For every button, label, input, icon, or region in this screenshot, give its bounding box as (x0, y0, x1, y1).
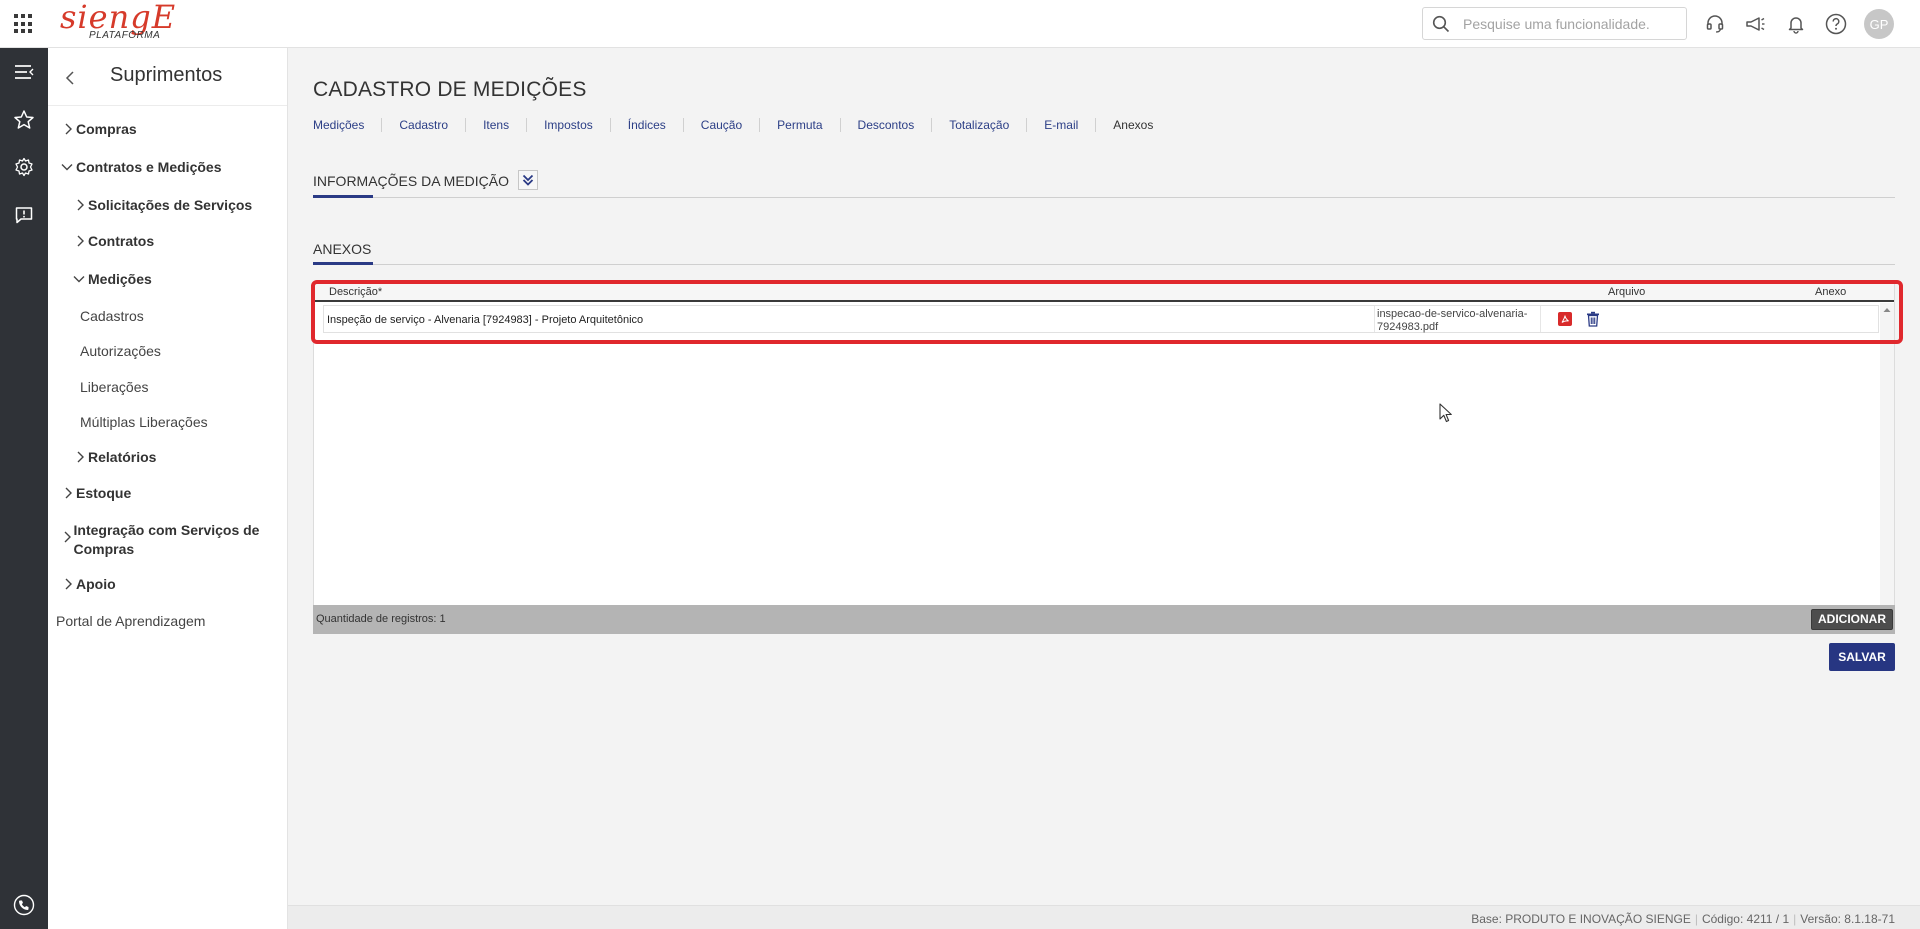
chevron-right-icon (62, 122, 74, 136)
sidebar-item-label: Múltiplas Liberações (80, 414, 208, 430)
sidebar-item-solicitacoes-de-servicos[interactable]: Solicitações de Serviços (74, 197, 252, 213)
avatar[interactable]: GP (1864, 9, 1894, 39)
megaphone-icon[interactable] (1743, 12, 1767, 36)
logo-subtitle: PLATAFORMA (89, 30, 161, 41)
highlight-annotation-box (311, 280, 1903, 344)
tab-totalizacao[interactable]: Totalização (931, 118, 1026, 132)
footer-version: Versão: 8.1.18-71 (1800, 912, 1895, 926)
section-title-informacoes: INFORMAÇÕES DA MEDIÇÃO (313, 173, 510, 189)
save-button[interactable]: SALVAR (1829, 643, 1895, 671)
sidebar-item-label: Contratos e Medições (76, 159, 222, 175)
chevron-down-icon (60, 160, 74, 174)
sidebar-item-label: Medições (88, 271, 152, 287)
footer-base: Base: PRODUTO E INOVAÇÃO SIENGE (1471, 912, 1691, 926)
sidebar-item-estoque[interactable]: Estoque (62, 485, 131, 501)
section-informacoes: INFORMAÇÕES DA MEDIÇÃO (313, 170, 1895, 198)
search-box[interactable] (1422, 7, 1687, 40)
chevron-right-icon (62, 530, 72, 544)
section-underline (313, 195, 373, 198)
sidebar-item-multiplas-liberacoes[interactable]: Múltiplas Liberações (80, 414, 208, 430)
sidebar-item-relatorios[interactable]: Relatórios (74, 449, 156, 465)
tab-caucao[interactable]: Caução (682, 118, 759, 132)
sienge-logo[interactable]: siengE PLATAFORMA (60, 0, 177, 46)
sidebar-item-label: Integração com Serviços de Compras (73, 522, 260, 557)
section-anexos: ANEXOS (313, 238, 1895, 265)
chevron-right-icon (62, 486, 74, 500)
mouse-cursor-icon (1439, 403, 1452, 423)
sidebar-item-label: Compras (76, 121, 137, 137)
sidebar-item-medicoes[interactable]: Medições (72, 271, 152, 287)
chevron-right-icon (74, 234, 86, 248)
expand-section-button[interactable] (518, 170, 538, 190)
sidebar-item-cadastros[interactable]: Cadastros (80, 308, 144, 324)
footer-info: Base: PRODUTO E INOVAÇÃO SIENGE | Código: … (1471, 912, 1895, 926)
chevron-right-icon (74, 198, 86, 212)
double-chevron-down-icon (522, 174, 534, 186)
star-icon[interactable] (12, 108, 36, 132)
search-icon (1432, 15, 1450, 33)
logo-word: siengE (60, 0, 177, 36)
tab-bar: Medições Cadastro Itens Impostos Índices… (313, 118, 1170, 132)
sidebar-item-label: Cadastros (80, 308, 144, 324)
tab-descontos[interactable]: Descontos (839, 118, 932, 132)
tab-anexos[interactable]: Anexos (1095, 118, 1170, 132)
sidebar-item-contratos[interactable]: Contratos (74, 233, 154, 249)
record-count: Quantidade de registros: 1 (316, 613, 446, 625)
phone-icon[interactable] (12, 893, 36, 917)
tab-cadastro[interactable]: Cadastro (381, 118, 465, 132)
sidebar-item-label: Autorizações (80, 343, 161, 359)
sidebar-item-compras[interactable]: Compras (62, 121, 137, 137)
sidebar-item-label: Apoio (76, 576, 116, 592)
grid-footer: Quantidade de registros: 1 ADICIONAR (313, 605, 1895, 634)
sidebar-item-label: Solicitações de Serviços (88, 197, 253, 213)
sidebar-item-integracao[interactable]: Integração com Serviços de Compras (62, 521, 272, 559)
chevron-down-icon (72, 272, 86, 286)
bell-icon[interactable] (1784, 12, 1808, 36)
tab-itens[interactable]: Itens (465, 118, 526, 132)
sidebar-item-label: Contratos (88, 233, 155, 249)
footer-code: Código: 4211 / 1 (1701, 912, 1790, 926)
grid-scrollbar[interactable] (1880, 303, 1894, 624)
chevron-right-icon (74, 450, 86, 464)
sidebar-header: Suprimentos (48, 48, 287, 106)
help-icon[interactable] (1824, 12, 1848, 36)
sidebar-item-label: Portal de Aprendizagem (56, 613, 206, 629)
sidebar-item-contratos-e-medicoes[interactable]: Contratos e Medições (60, 159, 221, 175)
add-button[interactable]: ADICIONAR (1811, 609, 1893, 630)
apps-grid-icon[interactable] (14, 14, 34, 34)
tab-impostos[interactable]: Impostos (526, 118, 610, 132)
headset-icon[interactable] (1703, 12, 1727, 36)
settings-gear-icon[interactable] (12, 155, 36, 179)
sidebar-item-label: Liberações (80, 379, 149, 395)
sidebar-title: Suprimentos (110, 64, 223, 86)
sidebar-item-label: Estoque (76, 485, 132, 501)
section-underline (313, 262, 373, 265)
sidebar-item-liberacoes[interactable]: Liberações (80, 379, 149, 395)
page-title: CADASTRO DE MEDIÇÕES (313, 78, 587, 101)
sidebar-item-label: Relatórios (88, 449, 157, 465)
menu-toggle-icon[interactable] (12, 60, 36, 84)
tab-email[interactable]: E-mail (1026, 118, 1095, 132)
tab-indices[interactable]: Índices (609, 118, 683, 132)
tab-permuta[interactable]: Permuta (759, 118, 839, 132)
tab-medicoes[interactable]: Medições (313, 118, 381, 132)
chevron-right-icon (62, 577, 74, 591)
sidebar-item-autorizacoes[interactable]: Autorizações (80, 343, 161, 359)
search-input[interactable] (1463, 13, 1678, 35)
sidebar: Suprimentos Compras Contratos e Medições… (48, 48, 288, 929)
top-bar: siengE PLATAFORMA GP (0, 0, 1920, 48)
back-arrow-icon[interactable] (64, 70, 76, 86)
feedback-icon[interactable] (12, 203, 36, 227)
left-rail (0, 48, 48, 929)
section-title-anexos: ANEXOS (313, 241, 372, 257)
sidebar-item-apoio[interactable]: Apoio (62, 576, 116, 592)
sidebar-item-portal-de-aprendizagem[interactable]: Portal de Aprendizagem (56, 613, 205, 629)
footer-bar: Base: PRODUTO E INOVAÇÃO SIENGE | Código: … (288, 905, 1920, 929)
